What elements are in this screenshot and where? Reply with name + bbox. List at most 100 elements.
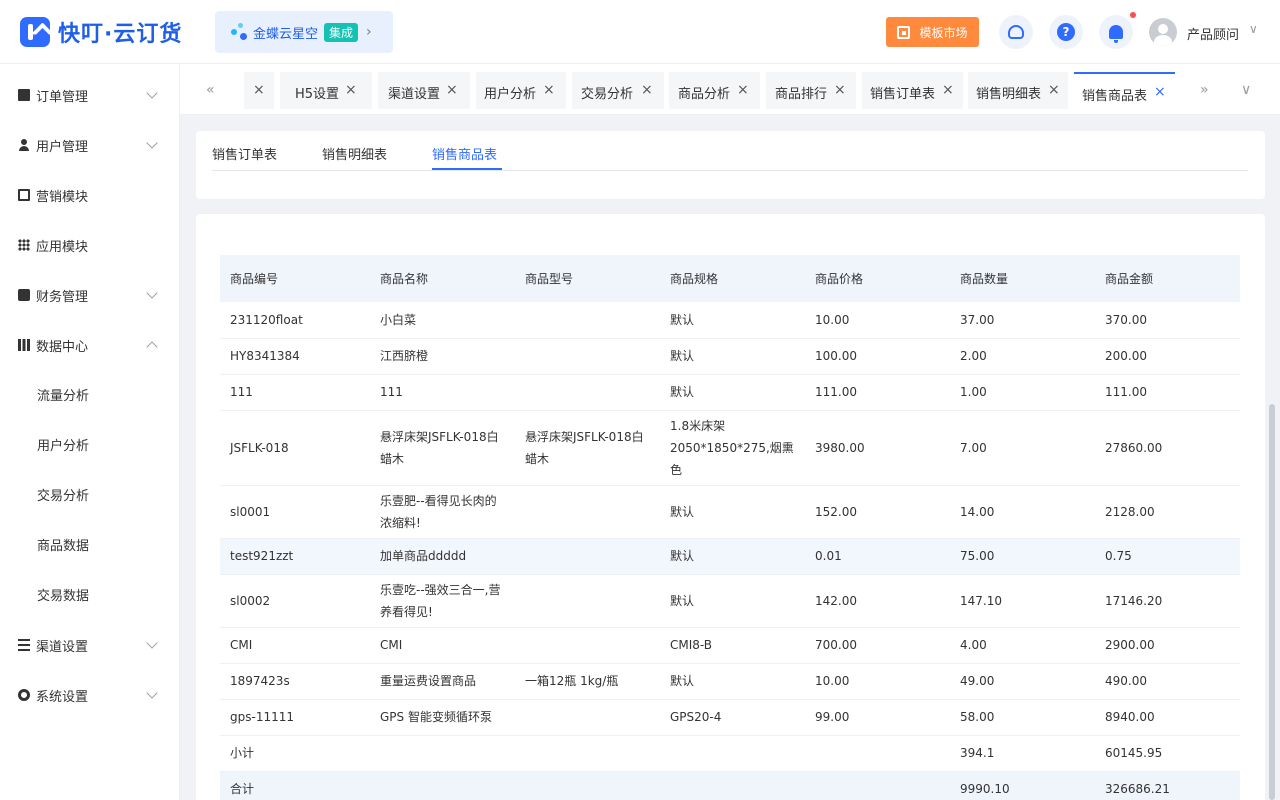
sidebar-item-channel[interactable]: 渠道设置	[0, 625, 180, 665]
help-button[interactable]: ?	[1049, 15, 1083, 49]
close-icon[interactable]: ×	[737, 82, 749, 98]
sidebar-item-users[interactable]: 用户管理	[0, 125, 180, 165]
subtotal-quantity: 394.1	[950, 735, 1095, 772]
close-icon[interactable]: ×	[942, 82, 954, 98]
total-label: 合计	[220, 771, 370, 800]
table-cell	[515, 538, 660, 575]
close-icon[interactable]: ×	[446, 82, 458, 98]
tab-sales-product-report[interactable]: 销售商品表 ×	[1074, 72, 1175, 109]
tabs-next-icon[interactable]: »	[1200, 82, 1209, 98]
table-cell: 2900.00	[1095, 627, 1240, 664]
table-cell: 99.00	[805, 699, 950, 736]
sidebar-subitem-product-data[interactable]: 商品数据	[0, 524, 180, 564]
tab-product-ranking[interactable]: 商品排行 ×	[766, 72, 856, 109]
bell-icon	[1109, 25, 1123, 43]
close-icon[interactable]: ×	[253, 82, 265, 98]
table-cell	[515, 771, 660, 800]
sidebar-item-order[interactable]: 订单管理	[0, 75, 180, 115]
tab-user-analysis[interactable]: 用户分析 ×	[476, 72, 566, 109]
table-cell: 江西脐橙	[370, 338, 515, 375]
avatar[interactable]	[1149, 18, 1177, 46]
vertical-scrollbar[interactable]	[1269, 404, 1275, 800]
column-header[interactable]: 商品金额	[1095, 255, 1240, 302]
tab-channel-settings[interactable]: 渠道设置 ×	[378, 72, 470, 109]
table-cell	[515, 735, 660, 772]
total-amount: 326686.21	[1095, 771, 1240, 800]
subtab-sales-order[interactable]: 销售订单表	[212, 144, 277, 163]
table-cell: 4.00	[950, 627, 1095, 664]
table-row[interactable]: test921zzt 加单商品ddddd 默认 0.01 75.00 0.75	[220, 538, 1240, 575]
integration-badge[interactable]: 金蝶云星空 集成 ›	[215, 11, 393, 53]
table-cell: 重量运费设置商品	[370, 663, 515, 700]
sidebar-item-finance[interactable]: 财务管理	[0, 275, 180, 315]
sidebar-item-system[interactable]: 系统设置	[0, 675, 180, 715]
table-cell: 142.00	[805, 574, 950, 628]
table-cell: 乐壹吃--强效三合一,营养看得见!	[370, 574, 515, 628]
chevron-down-icon[interactable]: ∨	[1241, 82, 1251, 98]
table-cell: 默认	[660, 574, 805, 628]
gear-icon	[18, 689, 30, 701]
sidebar-subitem-user-analysis[interactable]: 用户分析	[0, 424, 180, 464]
table-row[interactable]: JSFLK-018 悬浮床架JSFLK-018白蜡木 悬浮床架JSFLK-018白蜡…	[220, 410, 1240, 486]
table-row[interactable]: CMI CMI CMI8-B 700.00 4.00 2900.00	[220, 627, 1240, 664]
tab-sales-order-report[interactable]: 销售订单表 ×	[862, 72, 963, 109]
table-cell: 49.00	[950, 663, 1095, 700]
table-row[interactable]: 111 111 默认 111.00 1.00 111.00	[220, 374, 1240, 411]
customer-service-button[interactable]	[999, 15, 1033, 49]
table-row[interactable]: 231120float 小白菜 默认 10.00 37.00 370.00	[220, 302, 1240, 339]
column-header[interactable]: 商品编号	[220, 255, 370, 302]
tabs-prev-icon[interactable]: «	[206, 82, 215, 98]
table-row[interactable]: sl0002 乐壹吃--强效三合一,营养看得见! 默认 142.00 147.10 171…	[220, 574, 1240, 628]
column-header[interactable]: 商品名称	[370, 255, 515, 302]
template-market-button[interactable]: 模板市场	[886, 17, 979, 47]
column-header[interactable]: 商品价格	[805, 255, 950, 302]
close-icon[interactable]: ×	[345, 82, 357, 98]
tab-trade-analysis[interactable]: 交易分析 ×	[572, 72, 664, 109]
close-icon[interactable]: ×	[1048, 82, 1060, 98]
column-header[interactable]: 商品规格	[660, 255, 805, 302]
sidebar-subitem-traffic[interactable]: 流量分析	[0, 374, 180, 414]
table-cell: 10.00	[805, 663, 950, 700]
table-cell: 490.00	[1095, 663, 1240, 700]
table-cell: 17146.20	[1095, 574, 1240, 628]
column-header[interactable]: 商品型号	[515, 255, 660, 302]
tab-product-analysis[interactable]: 商品分析 ×	[669, 72, 760, 109]
close-icon[interactable]: ×	[834, 82, 846, 98]
table-cell: CMI8-B	[660, 627, 805, 664]
table-row[interactable]: HY8341384 江西脐橙 默认 100.00 2.00 200.00	[220, 338, 1240, 375]
table-cell: 58.00	[950, 699, 1095, 736]
report-subtabs: 销售订单表 销售明细表 销售商品表	[196, 131, 1265, 199]
tab-item[interactable]: ×	[244, 72, 274, 109]
column-header[interactable]: 商品数量	[950, 255, 1095, 302]
table-cell: 默认	[660, 302, 805, 339]
user-name[interactable]: 产品顾问	[1187, 24, 1239, 43]
subtotal-row: 小计 394.1 60145.95	[220, 735, 1240, 772]
table-cell: 1.8米床架 2050*1850*275,烟熏色	[660, 410, 805, 486]
tab-h5-settings[interactable]: H5设置 ×	[280, 72, 372, 109]
notification-button[interactable]	[1099, 15, 1133, 49]
brand-logo[interactable]: 快叮·云订货	[20, 17, 182, 47]
table-row[interactable]: 1897423s 重量运费设置商品 一箱12瓶 1kg/瓶 默认 10.00 49.00 4…	[220, 663, 1240, 700]
sidebar-item-data-center[interactable]: 数据中心	[0, 325, 180, 365]
table-cell: 14.00	[950, 485, 1095, 539]
sidebar-subitem-trade-analysis[interactable]: 交易分析	[0, 474, 180, 514]
close-icon[interactable]: ×	[641, 82, 653, 98]
close-icon[interactable]: ×	[1154, 84, 1166, 100]
sidebar-item-apps[interactable]: 应用模块	[0, 225, 180, 265]
chevron-down-icon[interactable]: ∨	[1249, 22, 1258, 36]
subtab-sales-detail[interactable]: 销售明细表	[322, 144, 387, 163]
sidebar-subitem-trade-data[interactable]: 交易数据	[0, 574, 180, 614]
table-cell: 默认	[660, 538, 805, 575]
chevron-down-icon	[146, 87, 158, 99]
tab-label: 商品分析	[678, 87, 731, 102]
close-icon[interactable]: ×	[543, 82, 555, 98]
tab-sales-detail-report[interactable]: 销售明细表 ×	[968, 72, 1068, 109]
table-cell: 700.00	[805, 627, 950, 664]
sidebar-item-marketing[interactable]: 营销模块	[0, 175, 180, 215]
table-row[interactable]: gps-11111 GPS 智能变频循环泵 GPS20-4 99.00 58.00 894…	[220, 699, 1240, 736]
subtab-sales-product[interactable]: 销售商品表	[432, 144, 497, 163]
table-cell: 悬浮床架JSFLK-018白蜡木	[370, 410, 515, 486]
table-cell: 2.00	[950, 338, 1095, 375]
table-row[interactable]: sl0001 乐壹肥--看得见长肉的浓缩料! 默认 152.00 14.00 2128.0…	[220, 485, 1240, 539]
table-cell: 200.00	[1095, 338, 1240, 375]
